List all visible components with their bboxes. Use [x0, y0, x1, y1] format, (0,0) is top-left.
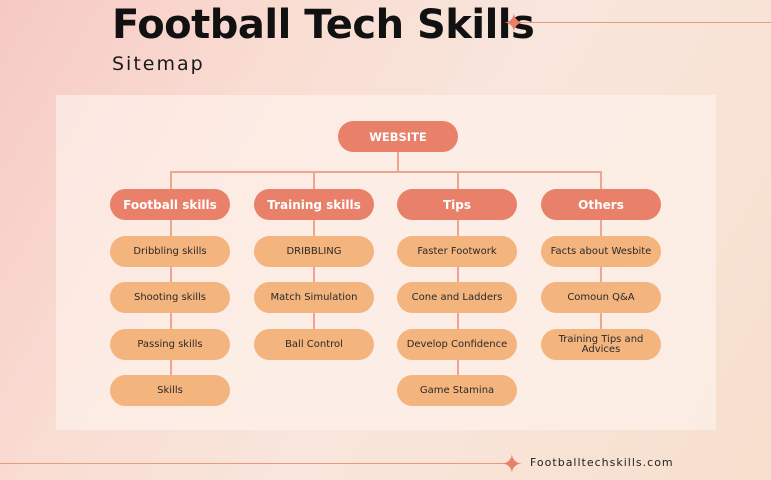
- category-drop-3: [457, 171, 459, 189]
- four-point-star-icon: ✦: [501, 449, 523, 479]
- page-subtitle: Sitemap: [112, 53, 205, 75]
- sitemap-item: Facts about Wesbite: [541, 236, 661, 267]
- footer-divider: [0, 463, 506, 464]
- sitemap-item: Skills: [110, 375, 230, 406]
- sitemap-item: Match Simulation: [254, 282, 374, 313]
- sitemap-item: Develop Confidence: [397, 329, 517, 360]
- category-drop-2: [313, 171, 315, 189]
- sitemap-item: Dribbling skills: [110, 236, 230, 267]
- category-drop-4: [600, 171, 602, 189]
- sitemap-item: Cone and Ladders: [397, 282, 517, 313]
- sitemap-item: Ball Control: [254, 329, 374, 360]
- category-training-skills: Training skills: [254, 189, 374, 220]
- category-football-skills: Football skills: [110, 189, 230, 220]
- sitemap-item: Passing skills: [110, 329, 230, 360]
- header-divider: [518, 22, 771, 23]
- website-root-node: WEBSITE: [338, 121, 458, 152]
- sitemap-item: Game Stamina: [397, 375, 517, 406]
- root-connector: [397, 152, 399, 172]
- sitemap-item: Shooting skills: [110, 282, 230, 313]
- sitemap-item: Comoun Q&A: [541, 282, 661, 313]
- four-point-star-icon: ✦: [503, 8, 525, 38]
- category-tips: Tips: [397, 189, 517, 220]
- footer-website-url: Footballtechskills.com: [530, 456, 674, 469]
- page-title: Football Tech Skills: [112, 2, 535, 48]
- sitemap-item: Training Tips and Advices: [541, 329, 661, 360]
- category-others: Others: [541, 189, 661, 220]
- category-drop-1: [170, 171, 172, 189]
- sitemap-item: Faster Footwork: [397, 236, 517, 267]
- sitemap-item: DRIBBLING: [254, 236, 374, 267]
- category-bus: [170, 171, 602, 173]
